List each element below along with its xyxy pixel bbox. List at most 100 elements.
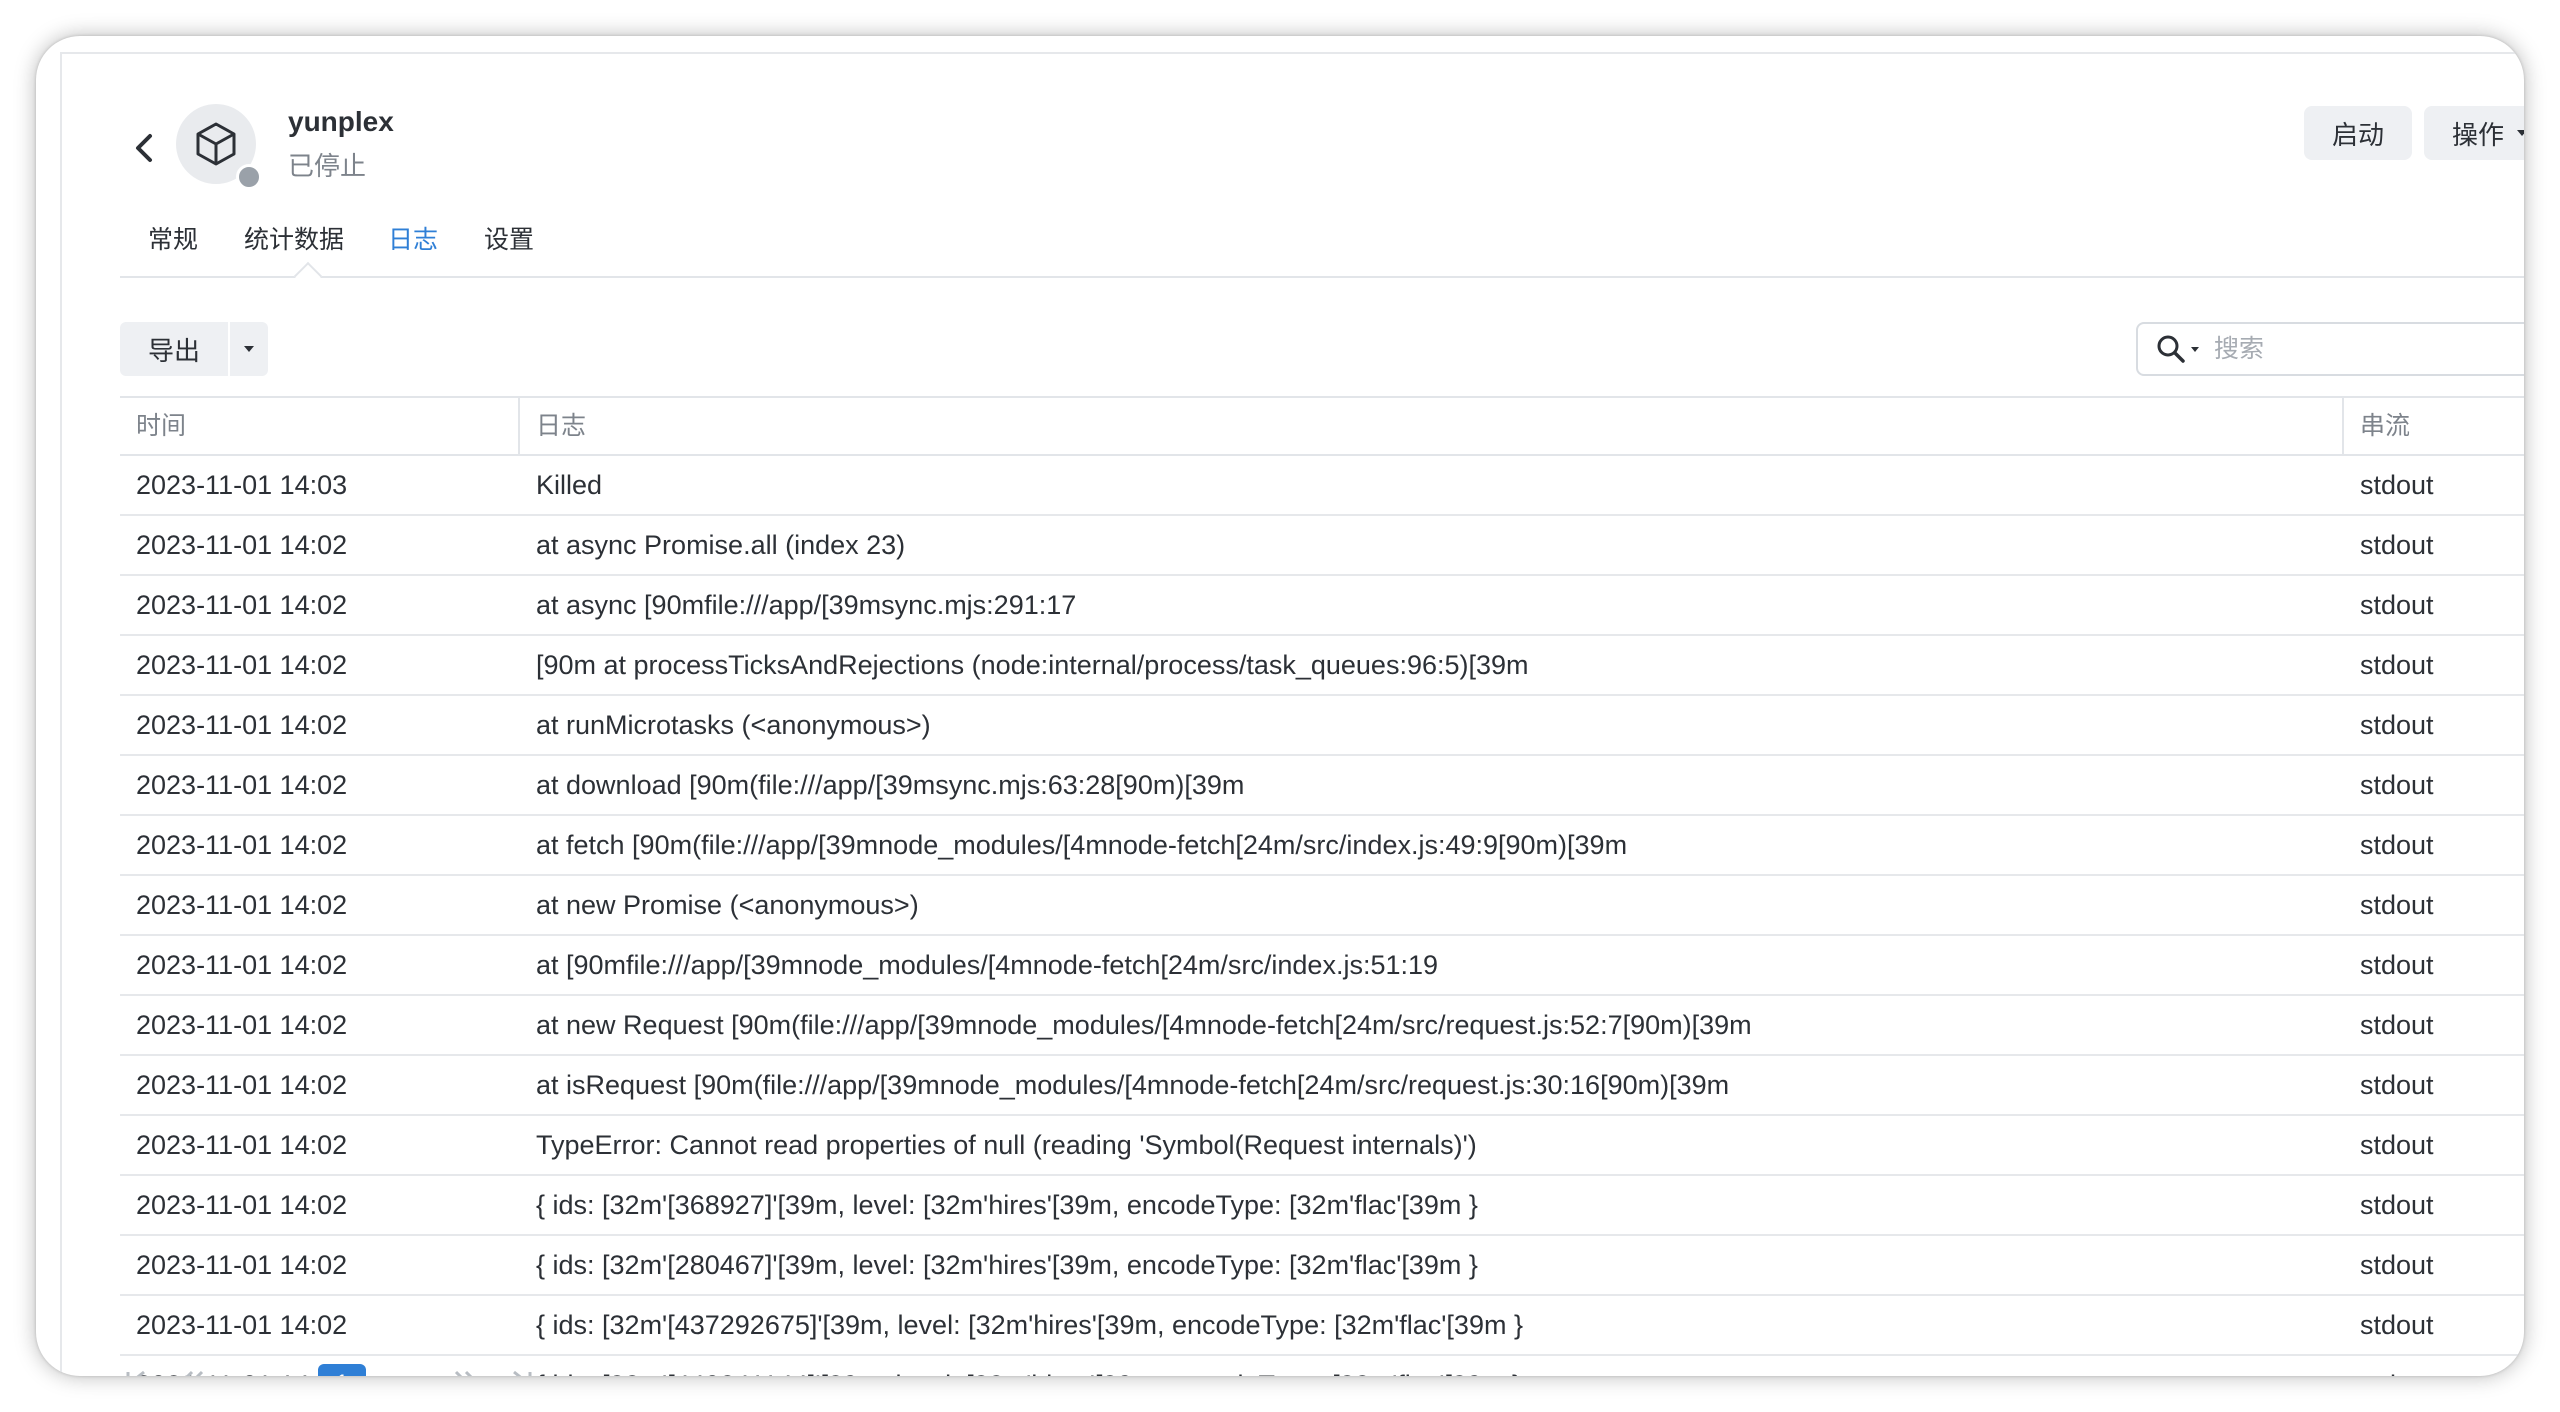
cell-stream: stdout: [2360, 1310, 2434, 1340]
cell-stream: stdout: [2360, 650, 2434, 680]
table-header: 时间 日志 串流: [120, 396, 2524, 456]
status-dot: [236, 164, 262, 190]
search-input[interactable]: [2212, 333, 2516, 365]
table-row[interactable]: 2023-11-01 14:02 { ids: [32m'[280467]'[39…: [120, 1236, 2524, 1296]
table-row[interactable]: 2023-11-01 14:02 at isRequest [90m(file:/…: [120, 1056, 2524, 1116]
cell-time: 2023-11-01 14:02: [136, 1250, 348, 1280]
next-page-icon[interactable]: [452, 1370, 478, 1376]
cell-stream: stdout: [2360, 710, 2434, 740]
page-number-current[interactable]: 1: [318, 1364, 366, 1376]
table-row[interactable]: 2023-11-01 14:02 at new Promise (<anonymo…: [120, 876, 2524, 936]
tab-statistics[interactable]: 统计数据: [244, 220, 344, 256]
column-header-stream[interactable]: 串流: [2360, 398, 2410, 454]
caret-down-icon: [244, 346, 254, 352]
cell-time: 2023-11-01 14:02: [136, 830, 348, 860]
action-button-label: 操作: [2452, 119, 2505, 150]
search-icon: [2157, 335, 2185, 363]
cell-log: Killed: [536, 470, 603, 500]
prev-page-icon[interactable]: [180, 1370, 206, 1376]
pagination-bar: 1: [62, 1354, 2524, 1376]
cell-time: 2023-11-01 14:02: [136, 1130, 348, 1160]
table-row[interactable]: 2023-11-01 14:02 at fetch [90m(file:///ap…: [120, 816, 2524, 876]
cell-stream: stdout: [2360, 890, 2434, 920]
export-dropdown-button[interactable]: [230, 322, 268, 376]
column-resize-handle[interactable]: [518, 398, 520, 454]
cell-time: 2023-11-01 14:02: [136, 590, 348, 620]
action-button[interactable]: 操作: [2424, 106, 2524, 160]
caret-down-icon: [2517, 130, 2524, 136]
table-row[interactable]: 2023-11-01 14:02 at async Promise.all (in…: [120, 516, 2524, 576]
cell-stream: stdout: [2360, 1190, 2434, 1220]
start-button[interactable]: 启动: [2304, 106, 2412, 160]
column-header-time[interactable]: 时间: [136, 398, 186, 454]
table-row[interactable]: 2023-11-01 14:02 at download [90m(file://…: [120, 756, 2524, 816]
cell-stream: stdout: [2360, 590, 2434, 620]
cell-stream: stdout: [2360, 1130, 2434, 1160]
cell-stream: stdout: [2360, 1070, 2434, 1100]
table-row[interactable]: 2023-11-01 14:02 TypeError: Cannot read p…: [120, 1116, 2524, 1176]
column-header-log[interactable]: 日志: [536, 398, 586, 454]
active-tab-indicator: [293, 261, 323, 291]
cell-time: 2023-11-01 14:02: [136, 770, 348, 800]
table-row[interactable]: 2023-11-01 14:02 [90m at processTicksAndR…: [120, 636, 2524, 696]
cell-log: { ids: [32m'[280467]'[39m, level: [32m'h…: [536, 1250, 1478, 1280]
export-button[interactable]: 导出: [120, 322, 228, 376]
cell-log: at new Request [90m(file:///app/[39mnode…: [536, 1010, 1752, 1040]
cell-log: at runMicrotasks (<anonymous>): [536, 710, 931, 740]
cell-time: 2023-11-01 14:02: [136, 890, 348, 920]
cell-time: 2023-11-01 14:02: [136, 950, 348, 980]
cell-time: 2023-11-01 14:02: [136, 1070, 348, 1100]
search-box: [2136, 322, 2524, 376]
cell-time: 2023-11-01 14:02: [136, 1190, 348, 1220]
cell-log: TypeError: Cannot read properties of nul…: [536, 1130, 1477, 1160]
table-row[interactable]: 2023-11-01 14:02 at async [90mfile:///app…: [120, 576, 2524, 636]
cell-time: 2023-11-01 14:03: [136, 470, 348, 500]
tab-general[interactable]: 常规: [148, 220, 198, 256]
app-window: yunplex 已停止 启动 操作 常规 统计数据 日志 设置 导出 搜索 时间…: [36, 36, 2524, 1376]
cell-stream: stdout: [2360, 830, 2434, 860]
app-name: yunplex: [288, 106, 394, 137]
table-row[interactable]: 2023-11-01 14:02 at runMicrotasks (<anony…: [120, 696, 2524, 756]
table-row[interactable]: 2023-11-01 14:02 at [90mfile:///app/[39mn…: [120, 936, 2524, 996]
log-table: 时间 日志 串流 2023-11-01 14:03 Killed stdout 202…: [120, 396, 2524, 1376]
cell-log: at async [90mfile:///app/[39msync.mjs:29…: [536, 590, 1077, 620]
cell-log: at [90mfile:///app/[39mnode_modules/[4mn…: [536, 950, 1439, 980]
caret-down-icon: [2191, 346, 2199, 352]
back-chevron-icon: [136, 134, 152, 162]
table-row[interactable]: 2023-11-01 14:02 at new Request [90m(file…: [120, 996, 2524, 1056]
cell-log: [90m at processTicksAndRejections (node:…: [536, 650, 1529, 680]
cell-time: 2023-11-01 14:02: [136, 1310, 348, 1340]
tab-divider: [120, 276, 2524, 278]
back-button[interactable]: [124, 120, 164, 176]
cell-log: { ids: [32m'[368927]'[39m, level: [32m'h…: [536, 1190, 1478, 1220]
cell-log: at fetch [90m(file:///app/[39mnode_modul…: [536, 830, 1628, 860]
cell-log: at async Promise.all (index 23): [536, 530, 906, 560]
cell-log: at new Promise (<anonymous>): [536, 890, 919, 920]
cell-time: 2023-11-01 14:02: [136, 530, 348, 560]
cell-stream: stdout: [2360, 470, 2434, 500]
cell-stream: stdout: [2360, 530, 2434, 560]
table-body: 2023-11-01 14:03 Killed stdout 2023-11-01 1…: [120, 456, 2524, 1376]
cell-log: { ids: [32m'[437292675]'[39m, level: [32…: [536, 1310, 1523, 1340]
table-row[interactable]: 2023-11-01 14:02 { ids: [32m'[368927]'[39…: [120, 1176, 2524, 1236]
cell-time: 2023-11-01 14:02: [136, 650, 348, 680]
cell-stream: stdout: [2360, 770, 2434, 800]
cell-time: 2023-11-01 14:02: [136, 710, 348, 740]
cell-log: at isRequest [90m(file:///app/[39mnode_m…: [536, 1070, 1730, 1100]
container-cube-icon: [196, 122, 236, 166]
last-page-icon[interactable]: [508, 1370, 534, 1376]
cell-time: 2023-11-01 14:02: [136, 1010, 348, 1040]
column-resize-handle[interactable]: [2342, 398, 2344, 454]
cell-stream: stdout: [2360, 1250, 2434, 1280]
tab-logs[interactable]: 日志: [388, 220, 438, 256]
cell-log: at download [90m(file:///app/[39msync.mj…: [536, 770, 1245, 800]
cell-stream: stdout: [2360, 1010, 2434, 1040]
search-filter-button[interactable]: [2156, 334, 2200, 364]
cell-stream: stdout: [2360, 950, 2434, 980]
first-page-icon[interactable]: [124, 1370, 150, 1376]
tab-settings[interactable]: 设置: [484, 220, 534, 256]
detail-panel: yunplex 已停止 启动 操作 常规 统计数据 日志 设置 导出 搜索 时间…: [60, 52, 2524, 1376]
table-row[interactable]: 2023-11-01 14:03 Killed stdout: [120, 456, 2524, 516]
table-row[interactable]: 2023-11-01 14:02 { ids: [32m'[437292675]'…: [120, 1296, 2524, 1356]
app-status: 已停止: [288, 151, 367, 181]
